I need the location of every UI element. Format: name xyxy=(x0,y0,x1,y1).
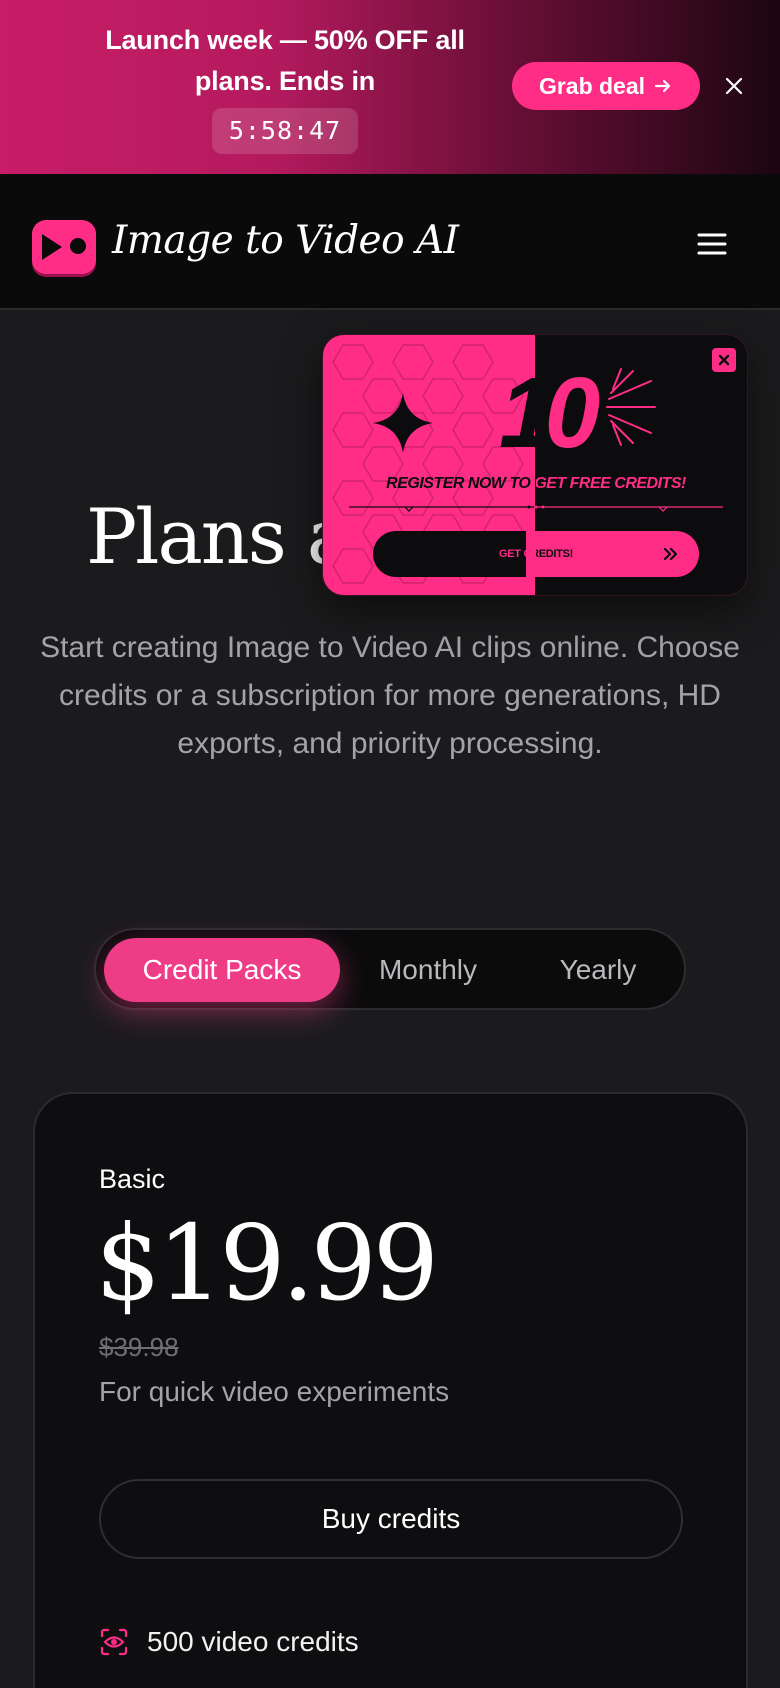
close-icon[interactable] xyxy=(722,74,746,98)
popup-close-button[interactable] xyxy=(711,347,737,373)
sparkle-icon xyxy=(373,393,433,453)
billing-tabs: Credit Packs Monthly Yearly xyxy=(94,928,686,1010)
plan-name: Basic xyxy=(99,1164,166,1194)
burst-icon xyxy=(606,368,656,446)
plan-price: $19.99 xyxy=(95,1202,439,1324)
grab-deal-button[interactable]: Grab deal xyxy=(512,62,700,110)
popup-credit-number: 10 xyxy=(499,357,600,469)
countdown-timer: 5:58:47 xyxy=(212,108,358,154)
get-credits-label: GET CREDITS! xyxy=(498,548,573,560)
logo-icon[interactable] xyxy=(32,220,96,274)
free-credits-popup[interactable]: 10 REGISTER NOW TO GET FREE CREDITS! GET… xyxy=(322,334,748,596)
tab-monthly[interactable]: Monthly xyxy=(346,938,510,1002)
tab-yearly[interactable]: Yearly xyxy=(516,938,680,1002)
plan-description: For quick video experiments xyxy=(99,1376,450,1407)
tab-credit-packs[interactable]: Credit Packs xyxy=(104,938,340,1002)
double-chevron-right-icon xyxy=(663,547,678,561)
buy-credits-button[interactable]: Buy credits xyxy=(99,1479,683,1559)
plan-original-price: $39.98 xyxy=(99,1332,179,1362)
eye-icon xyxy=(100,1628,128,1656)
promo-banner: Launch week — 50% OFF all plans. Ends in… xyxy=(0,0,780,174)
get-credits-button[interactable]: GET CREDITS! xyxy=(373,531,699,577)
feature-label: 500 video credits xyxy=(147,1626,359,1657)
page-subtitle: Start creating Image to Video AI clips o… xyxy=(40,631,740,760)
close-icon xyxy=(718,354,730,366)
hamburger-menu-icon[interactable] xyxy=(694,226,730,262)
plan-card: Basic $19.99 $39.98 For quick video expe… xyxy=(33,1092,748,1688)
feature-item: 500 video credits xyxy=(99,1626,359,1658)
site-header: Image to Video AI xyxy=(0,174,780,310)
grab-deal-label: Grab deal xyxy=(538,72,646,99)
promo-text: Launch week — 50% OFF all plans. Ends in xyxy=(105,25,465,96)
app-name[interactable]: Image to Video AI xyxy=(112,218,459,263)
popup-divider xyxy=(349,505,723,512)
popup-headline: REGISTER NOW TO GET FREE CREDITS! xyxy=(323,475,747,493)
arrow-right-icon xyxy=(654,79,671,93)
